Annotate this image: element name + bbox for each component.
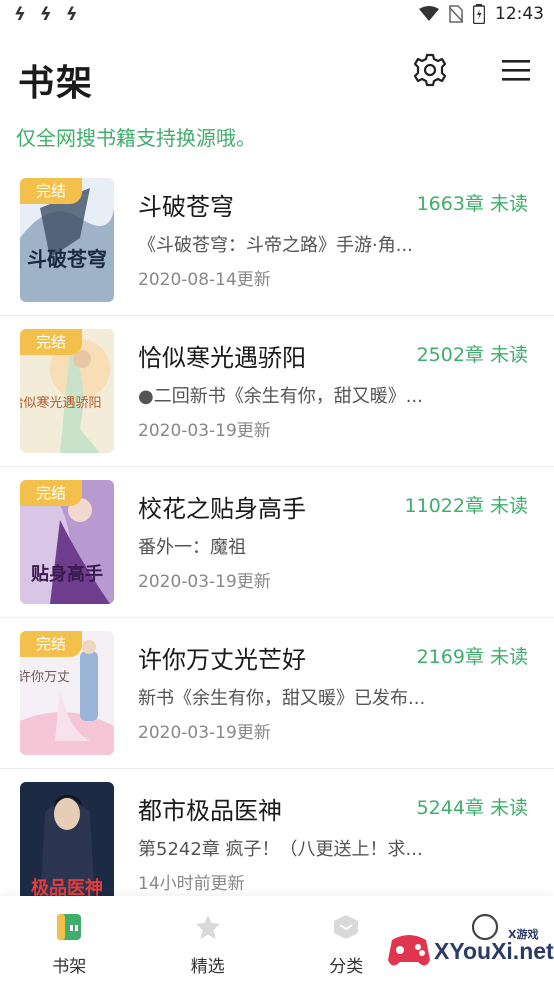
gamepad-logo-icon	[388, 935, 430, 966]
notification-icon: ϟ	[39, 4, 52, 25]
book-title: 校花之贴身高手	[138, 495, 306, 523]
menu-button[interactable]	[496, 50, 536, 90]
latest-chapter: 新书《余生有你，甜又暖》已发布...	[138, 688, 426, 709]
nav-bookshelf[interactable]: 书架	[0, 896, 139, 986]
notification-icons: ϟ ϟ ϟ	[14, 4, 78, 25]
latest-chapter: 《斗破苍穹：斗帝之路》手游·角...	[138, 235, 413, 256]
gear-icon	[413, 53, 447, 87]
completed-badge: 完结	[20, 480, 82, 506]
book-item[interactable]: 斗破苍穹 完结 斗破苍穹 1663章 未读 《斗破苍穹：斗帝之路》手游·角...…	[0, 165, 554, 316]
unread-chapters: 2502章 未读	[416, 344, 528, 366]
status-time: 12:43	[495, 4, 544, 24]
bookshelf-icon	[54, 912, 84, 942]
latest-chapter: 第5242章 疯子！（八更送上！求...	[138, 839, 423, 860]
update-time: 14小时前更新	[138, 874, 245, 894]
book-cover[interactable]: 斗破苍穹 完结	[20, 178, 114, 302]
latest-chapter: ●二回新书《余生有你，甜又暖》...	[138, 386, 423, 407]
book-title: 斗破苍穹	[138, 193, 234, 221]
nav-label: 书架	[52, 957, 87, 977]
unread-chapters: 2169章 未读	[416, 646, 528, 668]
unread-chapters: 1663章 未读	[416, 193, 528, 215]
book-cover[interactable]: 贴身高手 完结	[20, 480, 114, 604]
notification-icon: ϟ	[14, 4, 26, 25]
cover-title: 许你万丈	[20, 670, 70, 685]
battery-icon	[473, 4, 485, 24]
status-bar: ϟ ϟ ϟ 12:43	[0, 0, 554, 30]
book-title: 都市极品医神	[138, 797, 282, 825]
star-icon	[193, 912, 223, 942]
unread-chapters: 5244章 未读	[416, 797, 528, 819]
cover-title: 恰似寒光遇骄阳	[20, 395, 102, 411]
app-header: 书架	[0, 40, 554, 112]
book-title: 恰似寒光遇骄阳	[138, 344, 306, 372]
book-cover[interactable]: 极品医神	[20, 782, 114, 906]
system-icons: 12:43	[419, 4, 544, 24]
unread-chapters: 11022章 未读	[404, 495, 528, 517]
update-time: 2020-08-14更新	[138, 270, 271, 290]
update-time: 2020-03-19更新	[138, 572, 271, 592]
nav-label: 分类	[329, 957, 364, 977]
book-cover[interactable]: 许你万丈 完结	[20, 631, 114, 755]
book-cover[interactable]: 恰似寒光遇骄阳 完结	[20, 329, 114, 453]
watermark-text: XYouXi.net	[434, 938, 554, 964]
cover-title: 斗破苍穹	[27, 247, 107, 271]
book-item[interactable]: 贴身高手 完结 校花之贴身高手 11022章 未读 番外一：魔祖 2020-03…	[0, 467, 554, 618]
bookshelf-list: 斗破苍穹 完结 斗破苍穹 1663章 未读 《斗破苍穹：斗帝之路》手游·角...…	[0, 165, 554, 920]
source-switch-notice: 仅全网搜书籍支持换源哦。	[16, 126, 256, 150]
book-title: 许你万丈光芒好	[138, 646, 306, 674]
update-time: 2020-03-19更新	[138, 421, 271, 441]
hamburger-menu-icon	[502, 60, 530, 81]
completed-badge: 完结	[20, 329, 82, 355]
book-item[interactable]: 恰似寒光遇骄阳 完结 恰似寒光遇骄阳 2502章 未读 ●二回新书《余生有你，甜…	[0, 316, 554, 467]
no-sim-icon	[449, 5, 463, 23]
category-icon	[331, 912, 361, 942]
wifi-icon	[419, 6, 439, 21]
settings-button[interactable]	[410, 50, 450, 90]
latest-chapter: 番外一：魔祖	[138, 537, 246, 558]
nav-featured[interactable]: 精选	[139, 896, 278, 986]
nav-label: 精选	[190, 957, 225, 977]
completed-badge: 完结	[20, 178, 82, 204]
completed-badge: 完结	[20, 631, 82, 657]
notification-icon: ϟ	[65, 4, 78, 25]
site-watermark: X游戏 XYouXi.net	[386, 924, 554, 980]
page-title: 书架	[18, 63, 95, 104]
cover-title: 贴身高手	[31, 563, 103, 585]
book-item[interactable]: 许你万丈 完结 许你万丈光芒好 2169章 未读 新书《余生有你，甜又暖》已发布…	[0, 618, 554, 769]
update-time: 2020-03-19更新	[138, 723, 271, 743]
